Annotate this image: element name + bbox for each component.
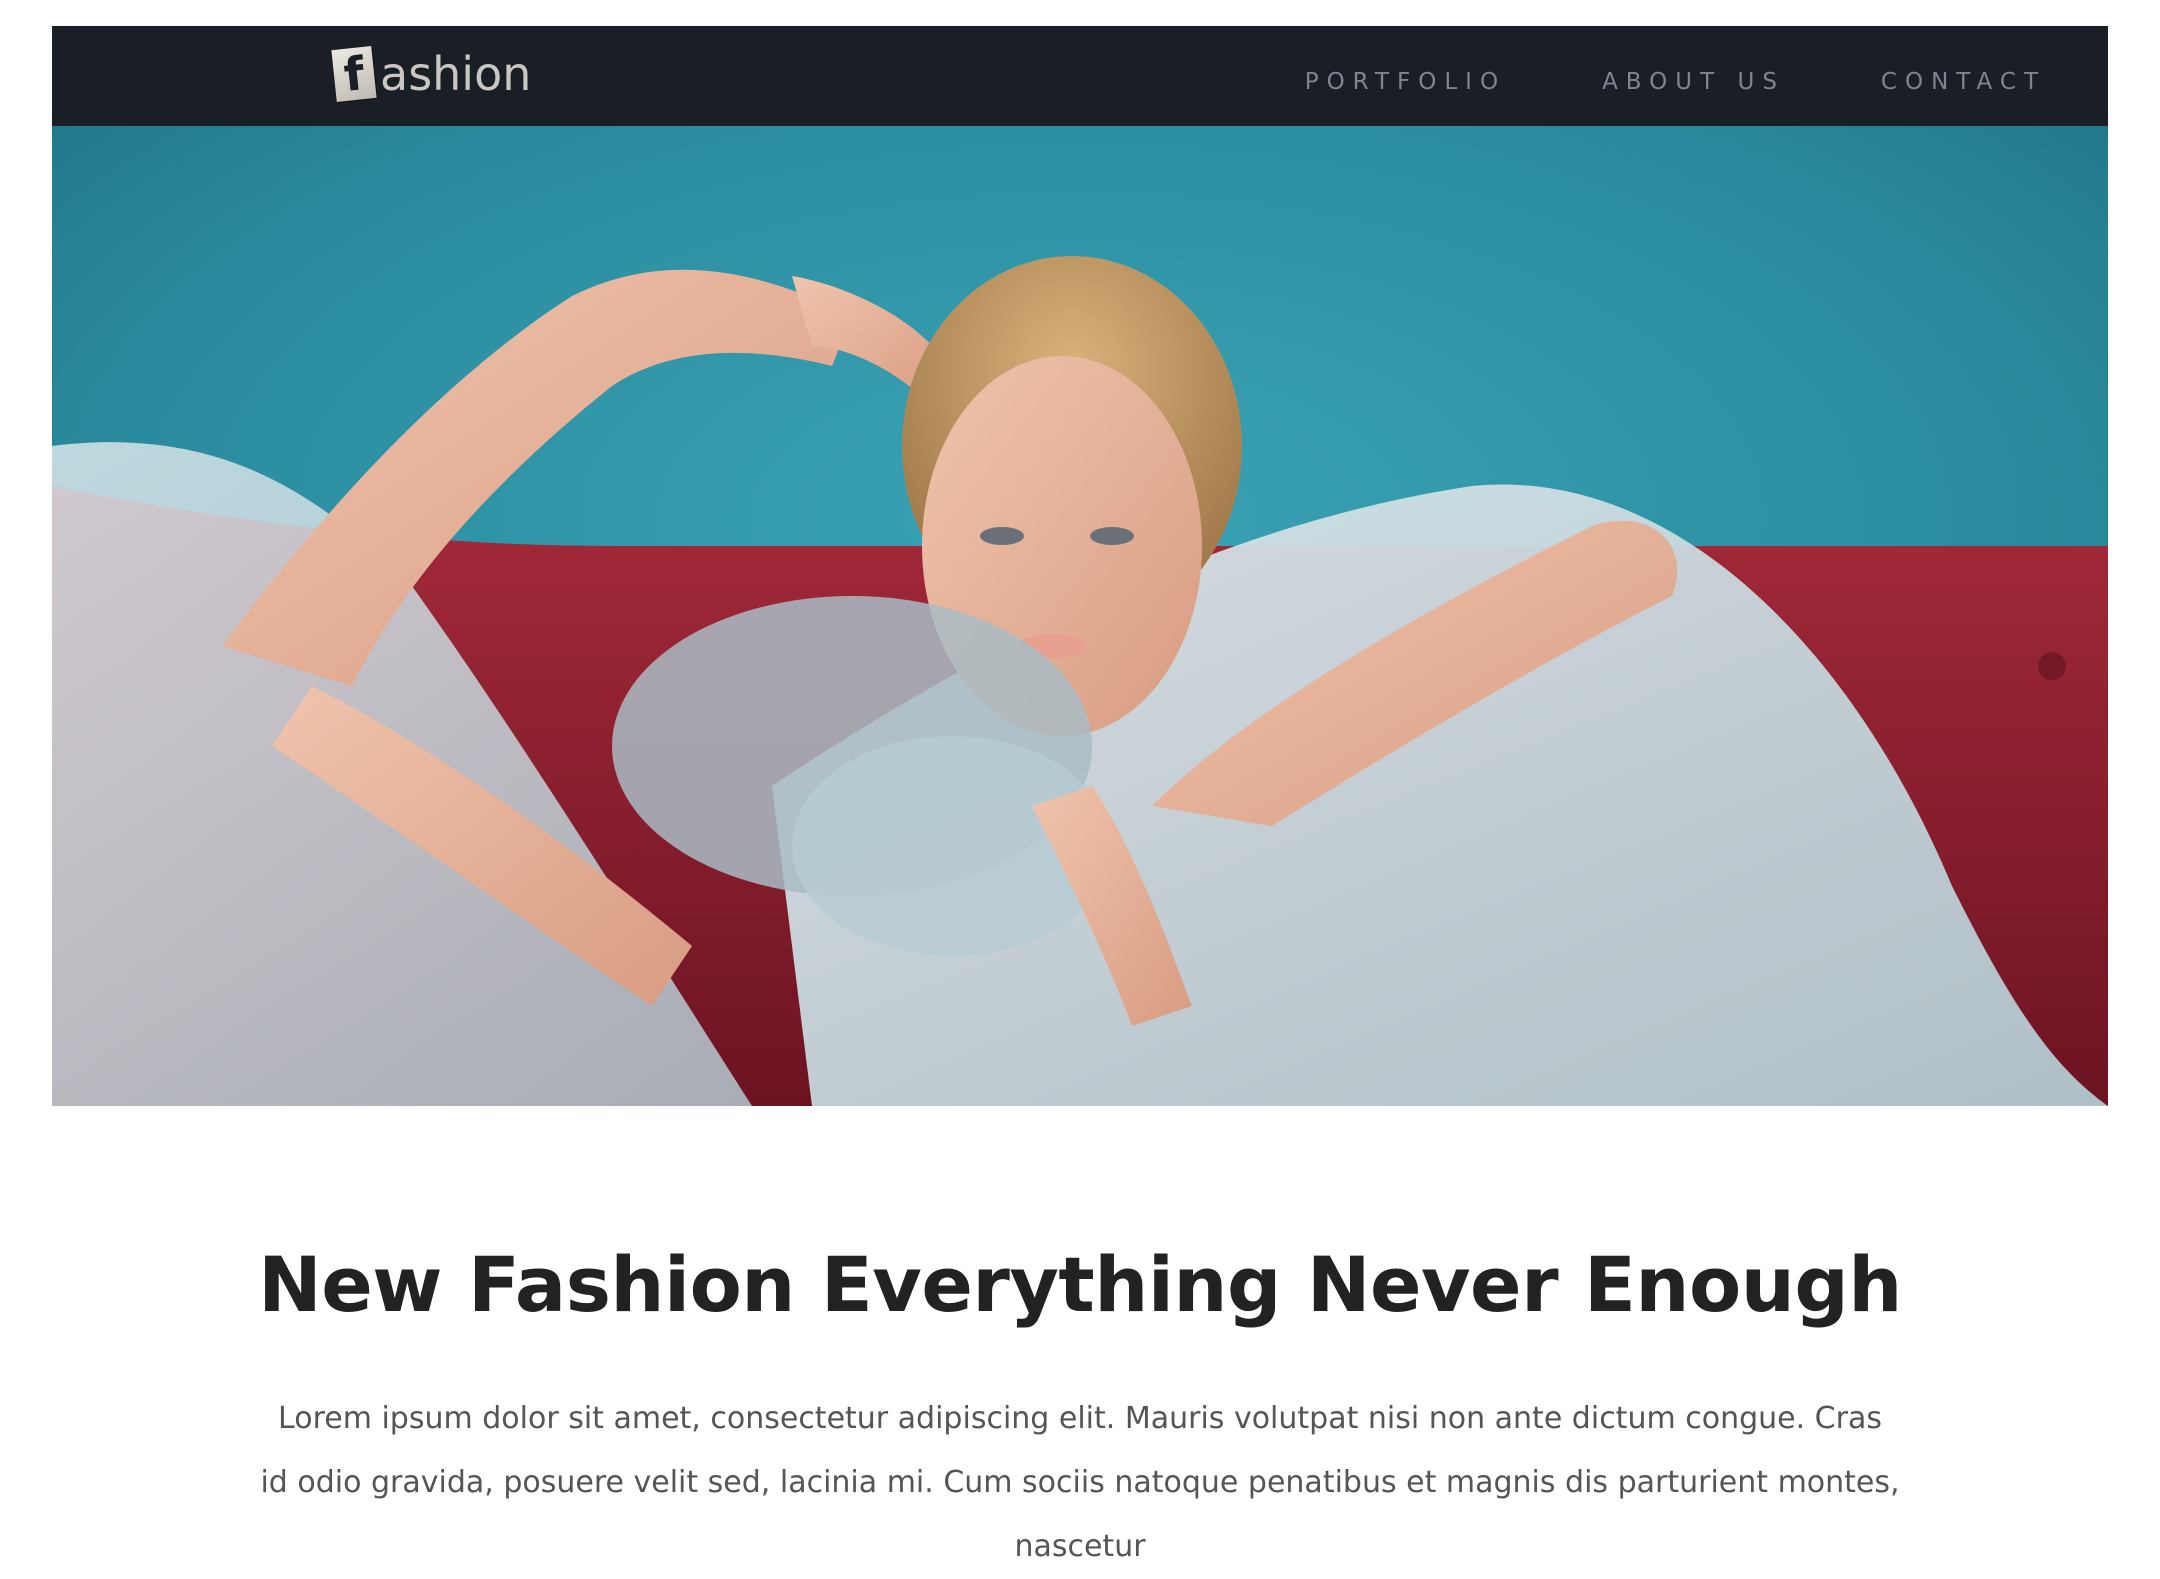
intro-paragraph: Lorem ipsum dolor sit amet, consectetur … xyxy=(260,1401,1900,1564)
logo-mark-icon: f xyxy=(331,46,377,102)
page-frame: f ashion PORTFOLIO ABOUT US CONTACT xyxy=(52,26,2108,1106)
navbar: f ashion PORTFOLIO ABOUT US CONTACT xyxy=(52,26,2108,126)
logo-text: ashion xyxy=(380,47,532,101)
hero-image xyxy=(52,126,2108,1106)
main-nav: PORTFOLIO ABOUT US CONTACT xyxy=(1209,26,2046,126)
nav-link-about-us[interactable]: ABOUT US xyxy=(1602,57,1785,95)
brand-logo[interactable]: f ashion xyxy=(331,42,532,106)
main-content: New Fashion Everything Never Enough Lore… xyxy=(0,1240,2160,1579)
hero-illustration xyxy=(52,126,2108,1106)
logo-letter: f xyxy=(341,46,367,102)
nav-link-contact[interactable]: CONTACT xyxy=(1881,57,2046,95)
page-title: New Fashion Everything Never Enough xyxy=(258,1240,1902,1329)
nav-link-portfolio[interactable]: PORTFOLIO xyxy=(1305,57,1506,95)
